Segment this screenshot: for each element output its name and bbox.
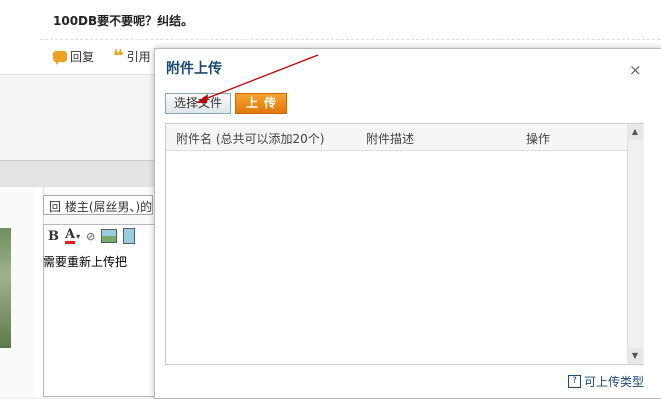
reply-target-select[interactable]: 回 楼主(屌丝男、)的: [43, 195, 153, 215]
reply-label: 回复: [70, 50, 95, 64]
post-divider: [40, 39, 660, 40]
reply-link[interactable]: 回复: [53, 48, 94, 65]
link-icon[interactable]: ⊘: [86, 230, 95, 243]
table-scrollbar[interactable]: [627, 124, 644, 364]
upload-button[interactable]: 上传: [235, 93, 287, 114]
insert-media-icon[interactable]: [123, 228, 136, 244]
dialog-title: 附件上传: [166, 61, 222, 77]
user-avatar-image: [0, 228, 11, 348]
column-header-name: 附件名 (总共可以添加20个): [176, 132, 325, 146]
scroll-up-icon[interactable]: ▲: [627, 124, 643, 140]
editor-toolbar: B A ▾ ⊘: [48, 228, 136, 244]
allowed-types-label: 可上传类型: [584, 375, 645, 389]
insert-image-icon[interactable]: [101, 229, 118, 243]
close-icon[interactable]: ×: [629, 61, 642, 79]
quote-label: 引用: [126, 50, 151, 64]
font-color-dropdown-icon[interactable]: ▾: [76, 232, 80, 241]
post-content: 100DB要不要呢？纠结。: [53, 14, 194, 28]
quote-link[interactable]: ❝ 引用: [113, 45, 151, 67]
column-header-operation: 操作: [526, 132, 551, 146]
choose-file-button[interactable]: 选择文件: [165, 93, 231, 114]
attachment-table: [165, 123, 644, 365]
scroll-down-icon[interactable]: ▼: [627, 348, 643, 364]
column-header-description: 附件描述: [366, 132, 415, 146]
allowed-types-link[interactable]: ? 可上传类型: [568, 373, 644, 390]
editor-text: 需要重新上传把: [43, 255, 128, 269]
quote-icon: ❝: [113, 45, 124, 67]
bold-button[interactable]: B: [48, 229, 59, 244]
reply-editor[interactable]: [43, 224, 155, 397]
reply-icon: [53, 51, 67, 65]
font-color-button[interactable]: A: [65, 228, 76, 244]
help-icon: ?: [568, 375, 581, 388]
